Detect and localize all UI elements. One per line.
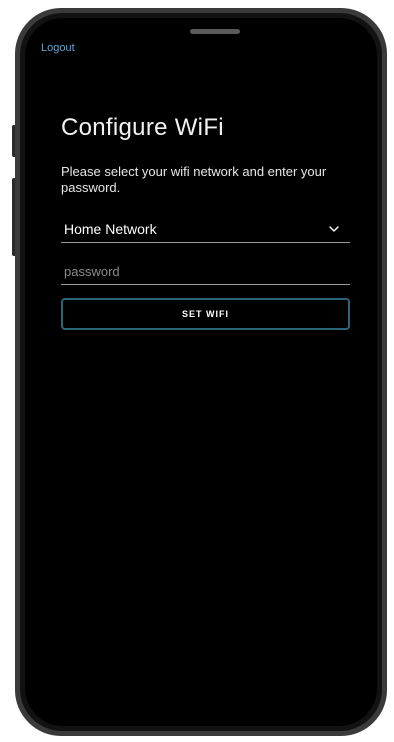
- phone-frame: Logout Configure WiFi Please select your…: [15, 8, 387, 736]
- password-field[interactable]: [61, 258, 350, 284]
- password-field-container: [61, 258, 350, 285]
- page-subtitle: Please select your wifi network and ente…: [61, 164, 327, 195]
- phone-bezel: Logout Configure WiFi Please select your…: [20, 13, 382, 731]
- phone-speaker: [190, 29, 240, 34]
- chevron-down-icon: [328, 221, 340, 232]
- page-title: Configure WiFi: [61, 114, 224, 141]
- network-select[interactable]: Home Network: [61, 217, 350, 243]
- app-screen: Logout Configure WiFi Please select your…: [25, 18, 377, 726]
- network-select-value: Home Network: [64, 221, 157, 237]
- logout-link[interactable]: Logout: [41, 42, 75, 54]
- set-wifi-button[interactable]: SET WIFI: [61, 298, 350, 330]
